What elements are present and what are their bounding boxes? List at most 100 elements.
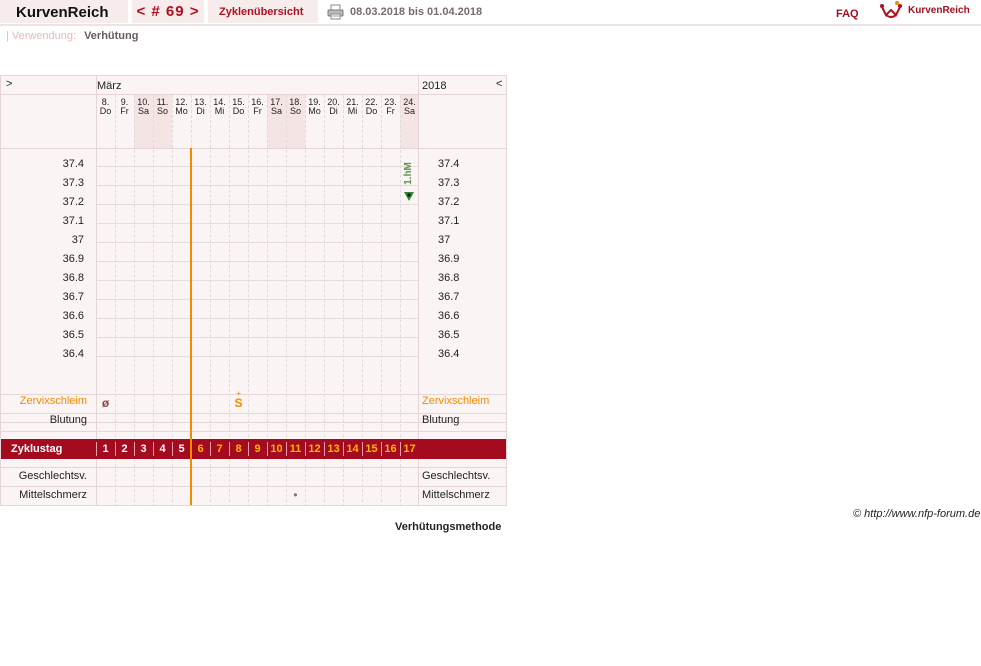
nav-prev-arrow[interactable]: <: [496, 78, 502, 90]
year-label: 2018: [422, 80, 447, 92]
cycle-day-separator: [286, 442, 287, 456]
day-weekday: Fr: [253, 106, 262, 116]
header-bottom-divider: [1, 148, 506, 149]
cycle-navigator[interactable]: < # 69 >: [132, 0, 204, 23]
midpain-label-right: Mittelschmerz: [422, 489, 490, 501]
cycle-day-separator: [172, 442, 173, 456]
temp-label-left: 36.6: [62, 310, 84, 322]
temp-label-right: 36.8: [438, 272, 460, 284]
cycle-day-separator: [153, 442, 154, 456]
cycle-day-number: 11: [289, 443, 302, 455]
temp-label-left: 37.4: [62, 158, 84, 170]
temp-gridline: [96, 204, 418, 205]
row-divider: [1, 431, 506, 432]
row-divider: [1, 486, 506, 487]
day-weekday: Di: [329, 106, 338, 116]
cycle-chart: > März 2018 <8. Do 9. Fr 10. Sa 11. So 12. Mo 13. Di 14…: [0, 75, 507, 506]
day-weekday: Fr: [386, 106, 395, 116]
temp-gridline: [96, 337, 418, 338]
app-title: KurvenReich: [16, 4, 109, 21]
day-weekday: So: [156, 106, 168, 116]
faq-link[interactable]: FAQ: [836, 8, 859, 20]
day-weekday: Mi: [347, 106, 358, 116]
temp-label-right: 37.4: [438, 158, 460, 170]
crown-logo-icon[interactable]: [880, 1, 902, 19]
cycle-day-separator: [210, 442, 211, 456]
date-range: 08.03.2018 bis 01.04.2018: [350, 6, 483, 18]
temp-label-right: 36.7: [438, 291, 460, 303]
method-label: Verhütungsmethode: [395, 521, 502, 533]
cycle-day-separator: [248, 442, 249, 456]
overview-tab[interactable]: Zyklenübersicht: [208, 0, 318, 23]
day-weekday: Do: [232, 106, 245, 116]
temp-gridline: [96, 280, 418, 281]
cycle-day-number: 13: [327, 443, 340, 455]
cycle-day-separator: [362, 442, 363, 456]
temp-label-right: 37.3: [438, 177, 460, 189]
day-weekday: Mi: [214, 106, 225, 116]
peak-annotation: 1.hM: [402, 162, 414, 185]
bleeding-label-right: Blutung: [422, 414, 460, 426]
temp-label-right: 37: [438, 234, 451, 246]
day-weekday: Di: [196, 106, 205, 116]
cycle-day-number: 5: [178, 443, 185, 455]
temp-gridline: [96, 261, 418, 262]
cycle-day-label: Zyklustag: [11, 443, 63, 455]
cycle-day-number: 8: [235, 443, 242, 455]
day-weekday: Mo: [308, 106, 321, 116]
temp-label-left: 37: [71, 234, 84, 246]
day-weekday: So: [289, 106, 301, 116]
temp-label-left: 37.1: [62, 215, 84, 227]
intercourse-label-left: Geschlechtsv.: [18, 470, 87, 482]
temp-gridline: [96, 318, 418, 319]
cervix-mark: S: [234, 396, 243, 410]
midpain-dot: •: [293, 488, 298, 502]
temp-label-right: 36.5: [438, 329, 460, 341]
usage-value: Verhütung: [84, 30, 139, 42]
temp-gridline: [96, 242, 418, 243]
top-bar: KurvenReich < # 69 > Zyklenübersicht 08.…: [0, 0, 981, 26]
temp-label-right: 37.1: [438, 215, 460, 227]
day-weekday: Sa: [137, 106, 149, 116]
cycle-day-separator: [400, 442, 401, 456]
temp-label-left: 37.2: [62, 196, 84, 208]
day-weekday: Sa: [403, 106, 415, 116]
cycle-day-separator: [96, 442, 97, 456]
midpain-label-left: Mittelschmerz: [19, 489, 87, 501]
temp-gridline: [96, 299, 418, 300]
cycle-number[interactable]: < # 69 >: [136, 3, 199, 20]
printer-icon[interactable]: [327, 4, 344, 20]
cycle-day-separator: [134, 442, 135, 456]
overview-label[interactable]: Zyklenübersicht: [219, 6, 303, 18]
nav-next-arrow[interactable]: >: [6, 78, 12, 90]
day-weekday: Do: [365, 106, 378, 116]
cycle-day-separator: [229, 442, 230, 456]
day-weekday: Do: [99, 106, 112, 116]
temp-label-right: 36.6: [438, 310, 460, 322]
temp-label-left: 36.7: [62, 291, 84, 303]
cycle-day-separator: [324, 442, 325, 456]
day-weekday: Fr: [120, 106, 129, 116]
month-label: März: [97, 80, 122, 92]
cycle-day-separator: [381, 442, 382, 456]
cervix-label-left: Zervixschleim: [19, 395, 87, 407]
temp-gridline: [96, 166, 418, 167]
cycle-day-number: 4: [159, 443, 166, 455]
app-title-tab[interactable]: KurvenReich: [0, 0, 128, 23]
temp-gridline: [96, 185, 418, 186]
row-divider: [1, 467, 506, 468]
brand-name[interactable]: KurvenReich: [908, 5, 970, 16]
cycle-day-number: 14: [346, 443, 359, 455]
day-weekday: Sa: [270, 106, 282, 116]
cervix-plus-mark: +: [236, 389, 241, 398]
header-top-divider: [1, 94, 506, 95]
green-triangle-marker-icon: [404, 192, 414, 201]
cycle-day-number: 10: [270, 443, 283, 455]
cycle-day-number: 7: [216, 443, 223, 455]
usage-info: | Verwendung: Verhütung: [6, 30, 138, 42]
temp-label-right: 36.4: [438, 348, 460, 360]
temp-label-left: 36.9: [62, 253, 84, 265]
usage-separator: |: [6, 30, 9, 42]
copyright: © http://www.nfp-forum.de: [853, 508, 981, 520]
temp-label-left: 36.5: [62, 329, 84, 341]
